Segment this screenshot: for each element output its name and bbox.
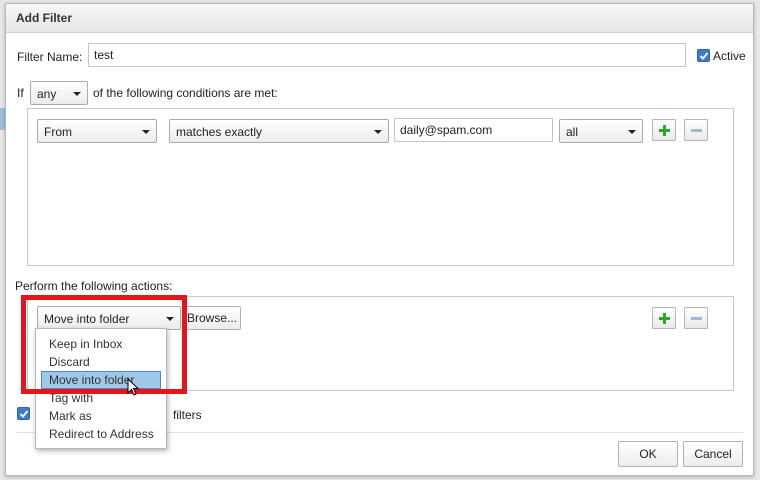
condition-field-select[interactable]: From — [37, 119, 157, 143]
filter-name-label: Filter Name: — [17, 50, 83, 64]
action-type-value: Move into folder — [44, 312, 130, 326]
chevron-down-icon — [73, 92, 81, 96]
minus-icon — [691, 317, 702, 320]
menu-item-redirect-to-address[interactable]: Redirect to Address — [41, 425, 161, 443]
menu-item-mark-as[interactable]: Mark as — [41, 407, 161, 425]
actions-label: Perform the following actions: — [15, 279, 173, 293]
plus-icon — [659, 125, 670, 136]
chevron-down-icon — [628, 130, 636, 134]
remove-condition-button[interactable] — [684, 119, 708, 141]
active-checkbox[interactable] — [697, 49, 710, 62]
conditions-suffix-label: of the following conditions are met: — [93, 86, 278, 100]
add-action-button[interactable] — [652, 307, 676, 329]
plus-icon — [659, 313, 670, 324]
condition-part-value: all — [566, 125, 579, 139]
active-label: Active — [713, 49, 746, 63]
chevron-down-icon — [374, 130, 382, 134]
minus-icon — [691, 129, 702, 132]
condition-operator-value: matches exactly — [176, 125, 263, 139]
condition-part-select[interactable]: all — [559, 119, 643, 143]
if-label: If — [17, 86, 24, 100]
filter-name-input[interactable] — [88, 43, 686, 67]
stop-processing-checkbox[interactable] — [17, 407, 30, 420]
chevron-down-icon — [166, 317, 174, 321]
condition-operator-select[interactable]: matches exactly — [169, 119, 389, 143]
dialog-title: Add Filter — [16, 11, 72, 25]
action-type-dropdown-menu: Keep in Inbox Discard Move into folder T… — [35, 328, 167, 449]
remove-action-button[interactable] — [684, 307, 708, 329]
menu-item-tag-with[interactable]: Tag with — [41, 389, 161, 407]
cancel-button[interactable]: Cancel — [683, 441, 743, 467]
stop-processing-label: filters — [173, 408, 202, 422]
mouse-cursor-icon — [127, 378, 139, 396]
checkmark-icon — [699, 52, 709, 60]
menu-item-discard[interactable]: Discard — [41, 353, 161, 371]
action-type-select[interactable]: Move into folder — [37, 306, 181, 330]
menu-item-move-into-folder[interactable]: Move into folder — [41, 371, 161, 389]
match-type-select[interactable]: any — [30, 81, 88, 105]
add-condition-button[interactable] — [652, 119, 676, 141]
condition-value-input[interactable] — [394, 118, 553, 142]
chevron-down-icon — [142, 130, 150, 134]
browse-button[interactable]: Browse... — [183, 306, 241, 330]
checkmark-icon — [19, 410, 29, 418]
dialog-header: Add Filter — [6, 4, 753, 33]
match-type-value: any — [37, 87, 57, 101]
condition-field-value: From — [44, 125, 72, 139]
menu-item-keep-in-inbox[interactable]: Keep in Inbox — [41, 335, 161, 353]
ok-button[interactable]: OK — [618, 441, 678, 467]
